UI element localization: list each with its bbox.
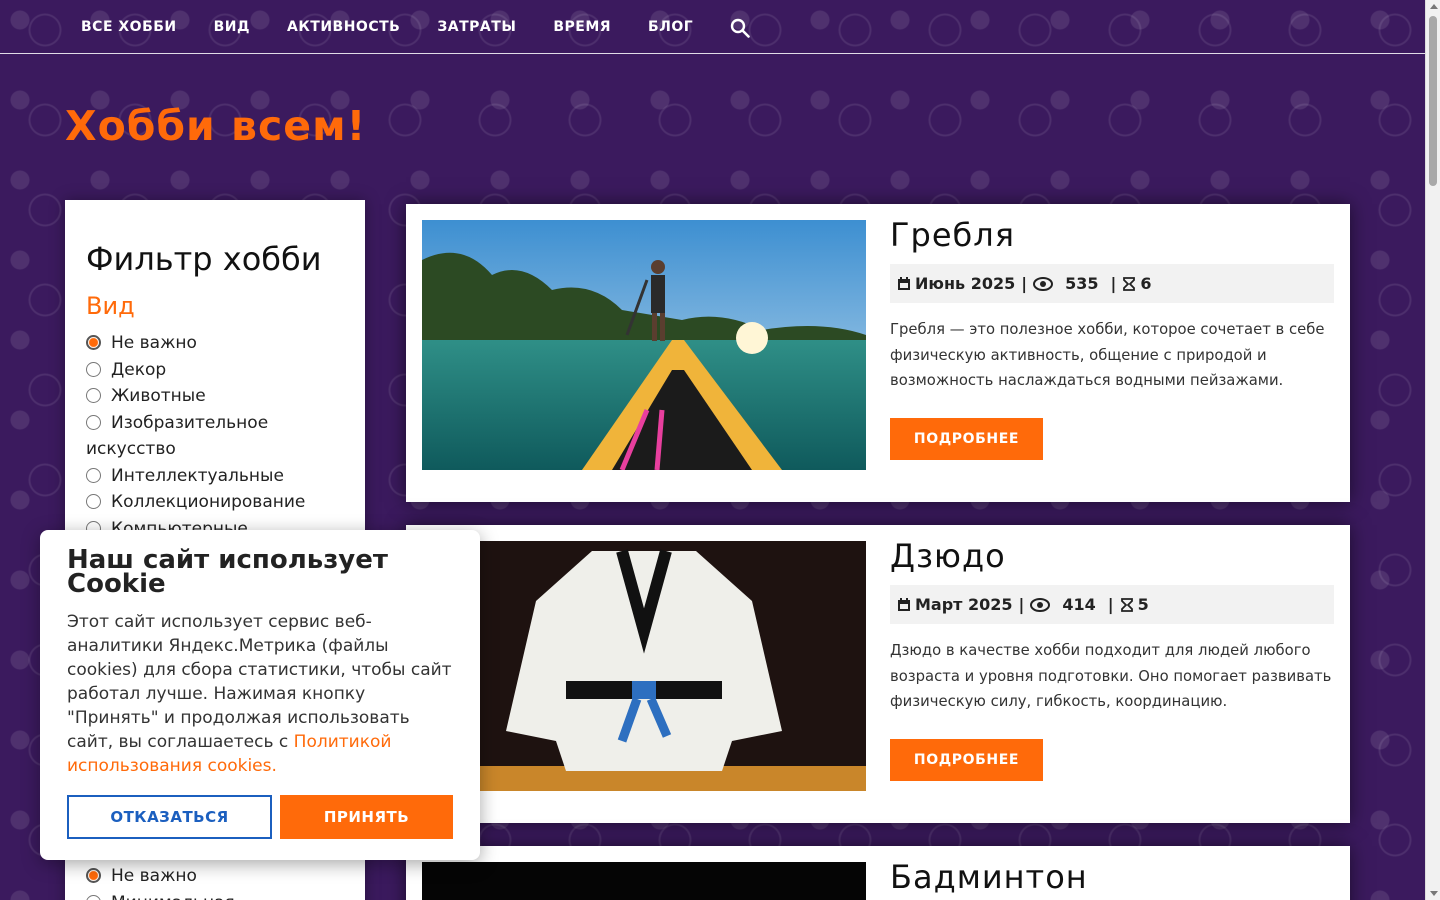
calendar-icon (898, 597, 910, 611)
filter-option-animals[interactable]: Животные (86, 383, 345, 410)
hobby-name: Дзюдо (890, 537, 1006, 575)
hobby-views: 414 (1062, 595, 1096, 614)
hobby-photo-judo[interactable] (422, 541, 866, 791)
search-icon[interactable] (730, 18, 750, 38)
filter-option-collecting[interactable]: Коллекционирование (86, 489, 345, 516)
hourglass-icon (1123, 276, 1136, 291)
radio-icon[interactable] (86, 894, 101, 900)
cookie-banner: Наш сайт использует Cookie Этот сайт исп… (40, 530, 480, 860)
hobby-card: Гребля Июнь 2025 | 535 | 6 Гребля — это … (406, 204, 1350, 502)
hobby-duration: 6 (1140, 274, 1152, 293)
hobby-name: Бадминтон (890, 858, 1088, 896)
hobby-date: Март 2025 (915, 595, 1013, 614)
hobby-description: Гребля — это полезное хобби, которое соч… (890, 321, 1325, 389)
nav-kind[interactable]: ВИД (214, 19, 250, 35)
page-scrollbar[interactable] (1425, 0, 1440, 900)
decline-button[interactable]: ОТКАЗАТЬСЯ (67, 795, 272, 839)
hobby-duration: 5 (1137, 595, 1149, 614)
hobby-card: Бадминтон (406, 846, 1350, 900)
hobby-description: Дзюдо в качестве хобби подходит для люде… (890, 642, 1332, 710)
top-navigation: ВСЕ ХОББИ ВИД АКТИВНОСТЬ ЗАТРАТЫ ВРЕМЯ Б… (0, 0, 1425, 54)
hobby-meta: Март 2025 | 414 | 5 (890, 585, 1334, 624)
hobby-photo-badminton[interactable] (422, 862, 866, 900)
radio-checked-icon[interactable] (86, 868, 101, 883)
cookie-text: Этот сайт использует сервис веб-аналитик… (67, 610, 453, 778)
cookie-title: Наш сайт использует Cookie (67, 545, 388, 599)
hobby-views: 535 (1065, 274, 1099, 293)
radio-icon[interactable] (86, 414, 101, 430)
scrollbar-thumb[interactable] (1429, 16, 1437, 186)
eye-icon (1033, 276, 1054, 291)
scroll-down-icon[interactable] (1430, 891, 1438, 896)
cookie-body: Этот сайт использует сервис веб-аналитик… (67, 612, 452, 752)
nav-all-hobbies[interactable]: ВСЕ ХОББИ (81, 19, 177, 35)
nav-blog[interactable]: БЛОГ (648, 19, 693, 35)
hobby-photo-rowing[interactable] (422, 220, 866, 470)
radio-icon[interactable] (86, 388, 101, 403)
filter-option-label: Изобразительное (111, 412, 269, 433)
filter-option-intellectual[interactable]: Интеллектуальные (86, 463, 345, 490)
hobby-name: Гребля (890, 216, 1015, 254)
filter-option-label: Интеллектуальные (111, 465, 284, 486)
filter-option-fine-art-wrap: искусство (86, 436, 345, 463)
more-button[interactable]: ПОДРОБНЕЕ (890, 738, 1043, 781)
radio-icon[interactable] (86, 494, 101, 509)
filter-option-label: Минимальная (111, 890, 235, 900)
scroll-up-icon[interactable] (1430, 4, 1438, 9)
nav-time[interactable]: ВРЕМЯ (553, 19, 611, 35)
radio-icon[interactable] (86, 467, 101, 483)
filter-option-label: Не важно (111, 866, 197, 886)
filter-option-minimal[interactable]: Минимальная (86, 890, 235, 900)
page-title: Хобби всем! (65, 102, 367, 150)
radio-checked-icon[interactable] (86, 335, 101, 350)
eye-icon (1030, 597, 1051, 612)
more-button[interactable]: ПОДРОБНЕЕ (890, 417, 1043, 460)
filter-option-label: Коллекционирование (111, 492, 306, 512)
hobby-info: Дзюдо Март 2025 | 414 | 5 Дзюдо в качест… (890, 537, 1334, 781)
filter-option-label: Не важно (111, 333, 197, 353)
nav-costs[interactable]: ЗАТРАТЫ (437, 19, 516, 35)
filter-option-any-2[interactable]: Не важно (86, 863, 235, 890)
filter-title: Фильтр хобби (86, 240, 322, 278)
radio-icon[interactable] (86, 361, 101, 377)
filter-group-second: Не важно Минимальная (86, 863, 235, 900)
filter-option-label: Животные (111, 386, 206, 406)
accept-button[interactable]: ПРИНЯТЬ (280, 795, 453, 839)
filter-option-label: Декор (111, 359, 167, 380)
filter-option-decor[interactable]: Декор (86, 357, 345, 384)
filter-option-fine-art[interactable]: Изобразительное (86, 410, 345, 437)
nav-activity[interactable]: АКТИВНОСТЬ (287, 19, 400, 35)
hobby-card: Дзюдо Март 2025 | 414 | 5 Дзюдо в качест… (406, 525, 1350, 823)
calendar-icon (898, 276, 910, 290)
hobby-meta: Июнь 2025 | 535 | 6 (890, 264, 1334, 303)
hobby-info: Бадминтон (890, 858, 1334, 900)
hourglass-icon (1120, 597, 1133, 612)
filter-option-any[interactable]: Не важно (86, 330, 345, 357)
filter-group-kind-title: Вид (86, 292, 135, 320)
filter-option-label: искусство (86, 439, 176, 459)
cookie-buttons: ОТКАЗАТЬСЯ ПРИНЯТЬ (67, 795, 453, 839)
hobby-date: Июнь 2025 (915, 274, 1016, 293)
hobby-info: Гребля Июнь 2025 | 535 | 6 Гребля — это … (890, 216, 1334, 460)
